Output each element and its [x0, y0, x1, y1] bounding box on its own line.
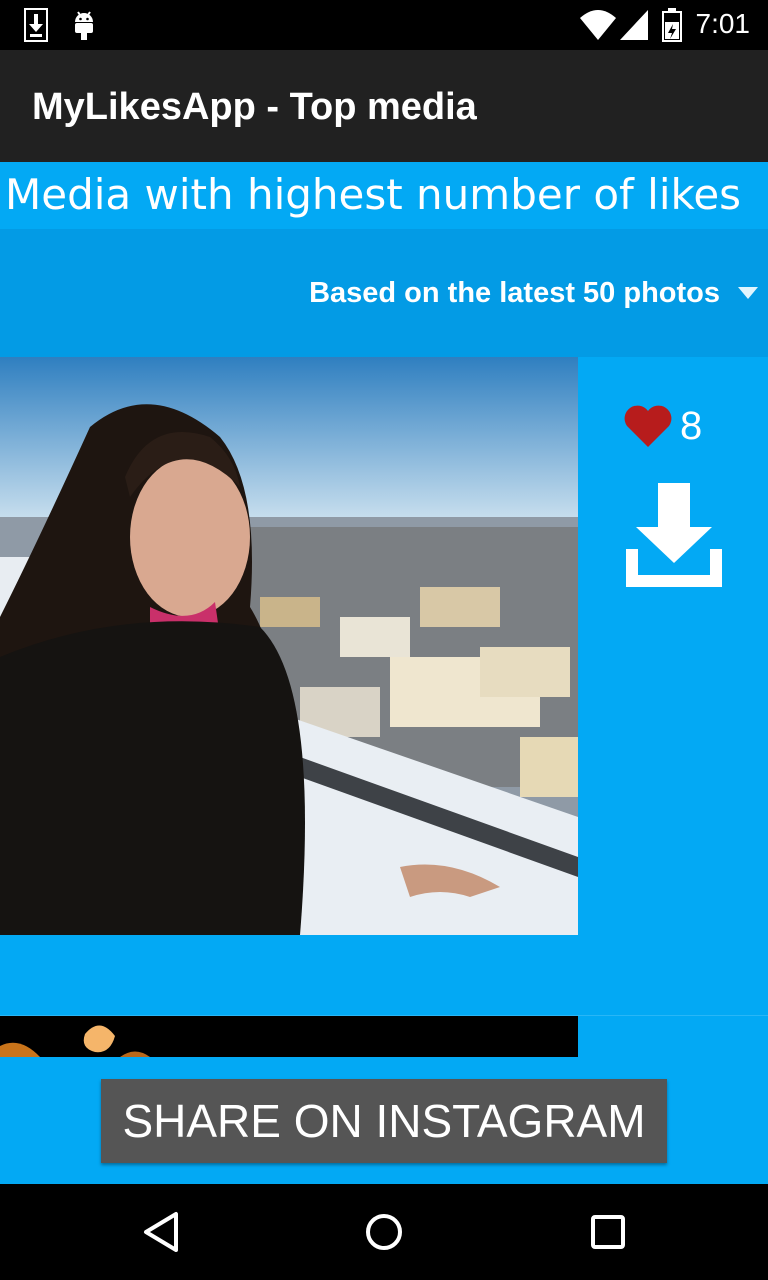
- media-item: 8: [0, 357, 768, 1015]
- download-icon[interactable]: [622, 481, 726, 589]
- status-time: 7:01: [695, 8, 751, 39]
- photo-count-spinner[interactable]: Based on the latest 50 photos: [0, 229, 768, 357]
- back-icon[interactable]: [132, 1204, 188, 1260]
- spinner-selected-value: Based on the latest 50 photos: [309, 277, 720, 309]
- app-title: MyLikesApp - Top media: [32, 86, 477, 128]
- dropdown-arrow-icon: [738, 287, 758, 299]
- share-on-instagram-button[interactable]: SHARE ON INSTAGRAM: [101, 1079, 667, 1163]
- battery-icon: [662, 8, 682, 42]
- heart-icon: [624, 405, 672, 447]
- like-count: 8: [622, 403, 702, 449]
- photo-image: [0, 357, 578, 935]
- photo-image-next: [0, 1025, 150, 1057]
- home-icon[interactable]: [356, 1204, 412, 1260]
- media-photo-next[interactable]: [0, 1016, 578, 1057]
- section-heading: Media with highest number of likes: [5, 170, 742, 219]
- navigation-bar: [0, 1184, 768, 1280]
- media-photo[interactable]: [0, 357, 578, 935]
- android-icon: [75, 11, 93, 40]
- like-count-value: 8: [680, 403, 703, 448]
- signal-icon: [620, 10, 648, 40]
- download-notification-icon: [24, 8, 48, 42]
- action-bar: MyLikesApp - Top media: [0, 50, 768, 162]
- status-bar: 7:01: [0, 0, 768, 50]
- wifi-icon: [580, 10, 616, 40]
- recents-icon[interactable]: [580, 1204, 636, 1260]
